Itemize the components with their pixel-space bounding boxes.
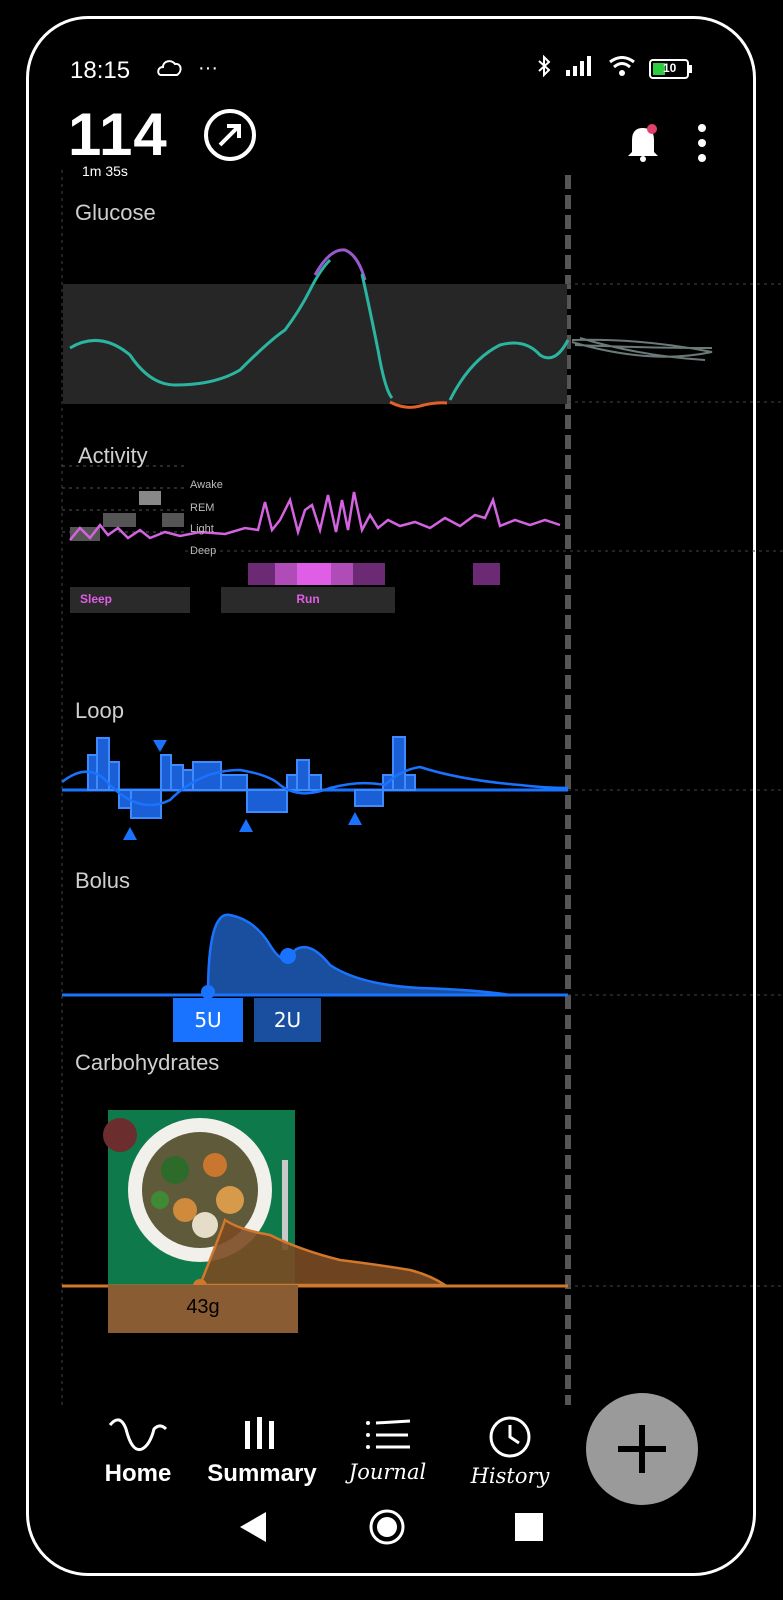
- activity-intensity-late: [473, 563, 500, 585]
- sleep-block-light-2: [162, 513, 184, 527]
- signal-icon: [565, 56, 595, 81]
- carb-amount[interactable]: 43g: [108, 1285, 298, 1333]
- bolus-marker-1: [201, 985, 215, 999]
- run-intensity-1: [248, 563, 275, 585]
- sleep-block-rem: [139, 491, 161, 505]
- bolus-iob-area: [206, 913, 511, 997]
- loop-section-title: Loop: [75, 698, 124, 723]
- bell-icon[interactable]: [626, 122, 660, 167]
- nav-home-label: Home: [104, 1460, 172, 1487]
- sleep-stage-awake: Awake: [190, 479, 223, 491]
- sleep-stage-light: Light: [190, 523, 214, 535]
- home-circle-icon[interactable]: [368, 1508, 406, 1551]
- status-time: 18:15: [70, 57, 131, 84]
- nav-history-label: History: [470, 1464, 550, 1488]
- battery-icon: 10: [649, 58, 693, 80]
- smb-marker-up-3: [348, 812, 362, 825]
- wave-icon: [108, 1418, 168, 1459]
- smb-marker-down: [153, 740, 167, 752]
- bolus-dose-5u[interactable]: 5U: [173, 998, 243, 1042]
- wifi-icon: [609, 56, 635, 81]
- clock-icon: [485, 1416, 535, 1463]
- activity-event-sleep[interactable]: Sleep: [70, 587, 190, 613]
- carbs-section-title: Carbohydrates: [75, 1050, 220, 1075]
- battery-level: 10: [663, 60, 677, 75]
- list-icon: [358, 1419, 418, 1459]
- sleep-block-light: [103, 513, 136, 527]
- more-vertical-icon[interactable]: [697, 124, 707, 167]
- run-intensity-2: [275, 563, 297, 585]
- target-range-band: [63, 284, 567, 404]
- bolus-dose-2u[interactable]: 2U: [254, 998, 321, 1042]
- smb-marker-up-2: [239, 819, 253, 832]
- nav-summary[interactable]: Summary: [198, 1415, 326, 1488]
- current-glucose: 114: [68, 101, 168, 168]
- plus-icon: [612, 1419, 672, 1484]
- glucose-line-high: [313, 248, 367, 281]
- nav-history[interactable]: History: [460, 1415, 560, 1488]
- add-entry-button[interactable]: [586, 1393, 698, 1505]
- carb-absorption-curve: [198, 1218, 450, 1287]
- arrow-up-right-icon: [203, 108, 257, 167]
- status-bar: 18:15 ··· 10: [70, 54, 693, 88]
- nav-summary-label: Summary: [207, 1460, 317, 1487]
- recents-icon[interactable]: [514, 1512, 544, 1547]
- cloud-icon: [155, 55, 185, 88]
- nav-journal-label: Journal: [348, 1460, 427, 1484]
- glucose-prediction-cone: [571, 337, 713, 361]
- activity-event-run[interactable]: Run: [221, 587, 395, 613]
- run-intensity-3: [297, 563, 331, 585]
- bluetooth-icon: [537, 54, 551, 82]
- basal-adjustments: [87, 736, 416, 819]
- timeline-chart[interactable]: [0, 170, 783, 1405]
- sleep-stage-deep: Deep: [190, 545, 217, 557]
- bars-icon: [237, 1417, 287, 1459]
- bolus-marker-2: [280, 948, 296, 964]
- back-icon[interactable]: [238, 1510, 268, 1549]
- status-dots: ···: [198, 57, 218, 79]
- nav-journal[interactable]: Journal: [340, 1415, 435, 1484]
- run-intensity-5: [353, 563, 385, 585]
- run-intensity-4: [331, 563, 353, 585]
- bolus-section-title: Bolus: [75, 868, 131, 893]
- nav-home[interactable]: Home: [88, 1415, 188, 1488]
- glucose-section-title: Glucose: [75, 200, 156, 225]
- activity-section-title: Activity: [78, 443, 148, 468]
- sleep-stage-rem: REM: [190, 502, 215, 514]
- smb-marker-up-1: [123, 827, 137, 840]
